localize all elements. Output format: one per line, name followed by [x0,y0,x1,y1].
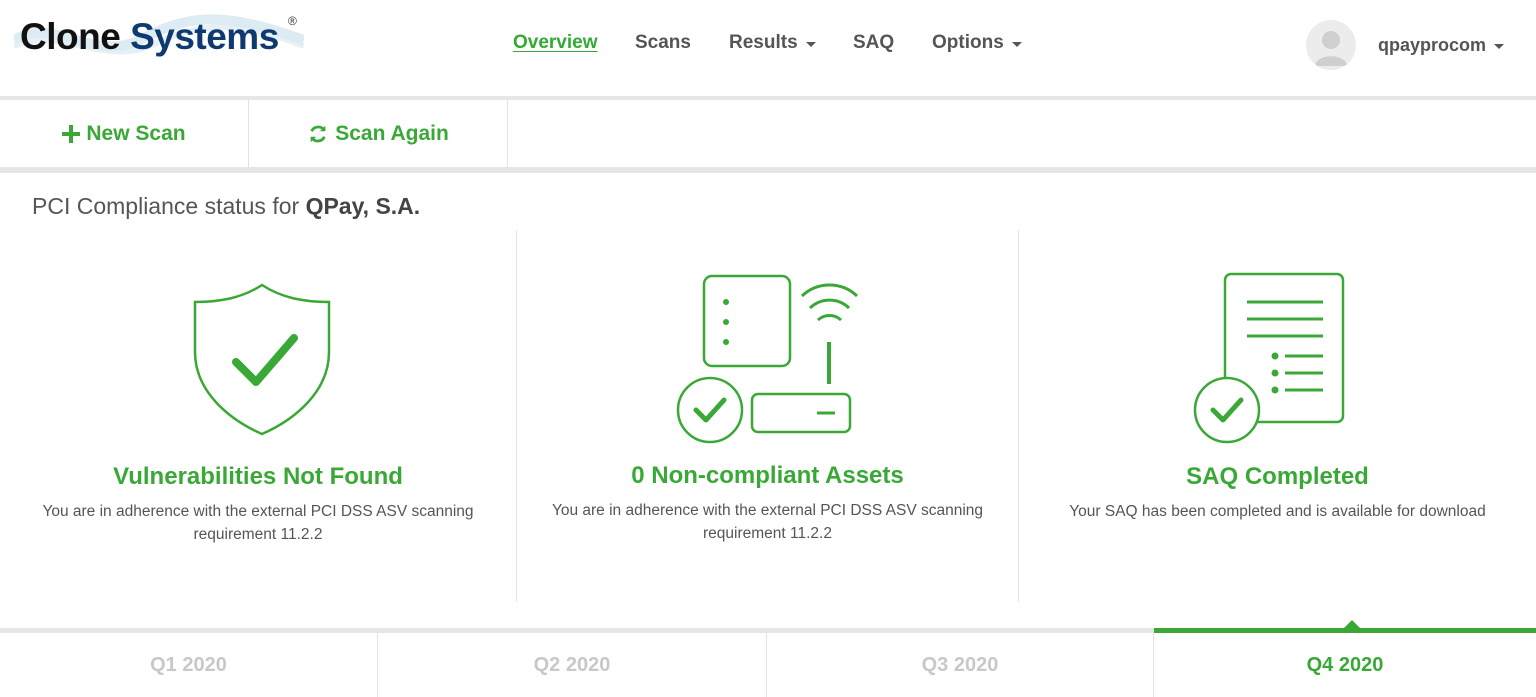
header: Clone Systems ® Overview Scans Results S… [0,0,1536,97]
toolbar-divider [0,167,1536,173]
card-vulnerabilities: Vulnerabilities Not Found You are in adh… [0,230,516,602]
quarter-tabs: Q1 2020 Q2 2020 Q3 2020 Q4 2020 [0,628,1536,697]
card-description: You are in adherence with the external P… [42,503,474,543]
tab-q3-2020[interactable]: Q3 2020 [767,633,1154,697]
active-tab-indicator [1154,628,1536,633]
active-tab-arrow-icon [1344,620,1360,628]
card-assets: 0 Non-compliant Assets You are in adhere… [516,230,1018,602]
nav-options[interactable]: Options [932,32,1022,54]
nav-saq[interactable]: SAQ [853,32,894,54]
plus-icon [62,124,81,143]
scan-again-label: Scan Again [335,121,449,145]
tab-q4-2020[interactable]: Q4 2020 [1154,633,1536,697]
card-description: Your SAQ has been completed and is avail… [1069,503,1486,520]
chevron-down-icon [1494,43,1505,49]
document-check-icon [1193,272,1345,444]
nav-scans[interactable]: Scans [635,32,691,54]
shield-check-icon [193,283,331,436]
nav-overview[interactable]: Overview [513,32,598,54]
refresh-icon [310,125,326,142]
user-name[interactable]: qpayprocom [1378,35,1505,56]
card-title: Vulnerabilities Not Found [113,463,403,490]
chevron-down-icon [1011,41,1022,47]
page-title: PCI Compliance status for QPay, S.A. [32,193,421,219]
toolbar: New Scan Scan Again [0,100,1536,167]
card-title: 0 Non-compliant Assets [631,462,904,489]
server-router-check-icon [676,274,859,444]
new-scan-button[interactable]: New Scan [0,100,249,167]
nav-results[interactable]: Results [729,32,816,54]
scan-again-button[interactable]: Scan Again [249,100,508,167]
card-saq: SAQ Completed Your SAQ has been complete… [1018,230,1536,602]
new-scan-label: New Scan [86,121,186,145]
card-title: SAQ Completed [1186,463,1369,490]
tab-q1-2020[interactable]: Q1 2020 [0,633,378,697]
user-menu[interactable]: qpayprocom [1306,20,1505,70]
company-name: QPay, S.A. [305,193,421,219]
user-avatar-icon[interactable] [1306,20,1356,70]
tab-q2-2020[interactable]: Q2 2020 [378,633,767,697]
card-description: You are in adherence with the external P… [551,502,984,542]
chevron-down-icon [805,41,816,47]
